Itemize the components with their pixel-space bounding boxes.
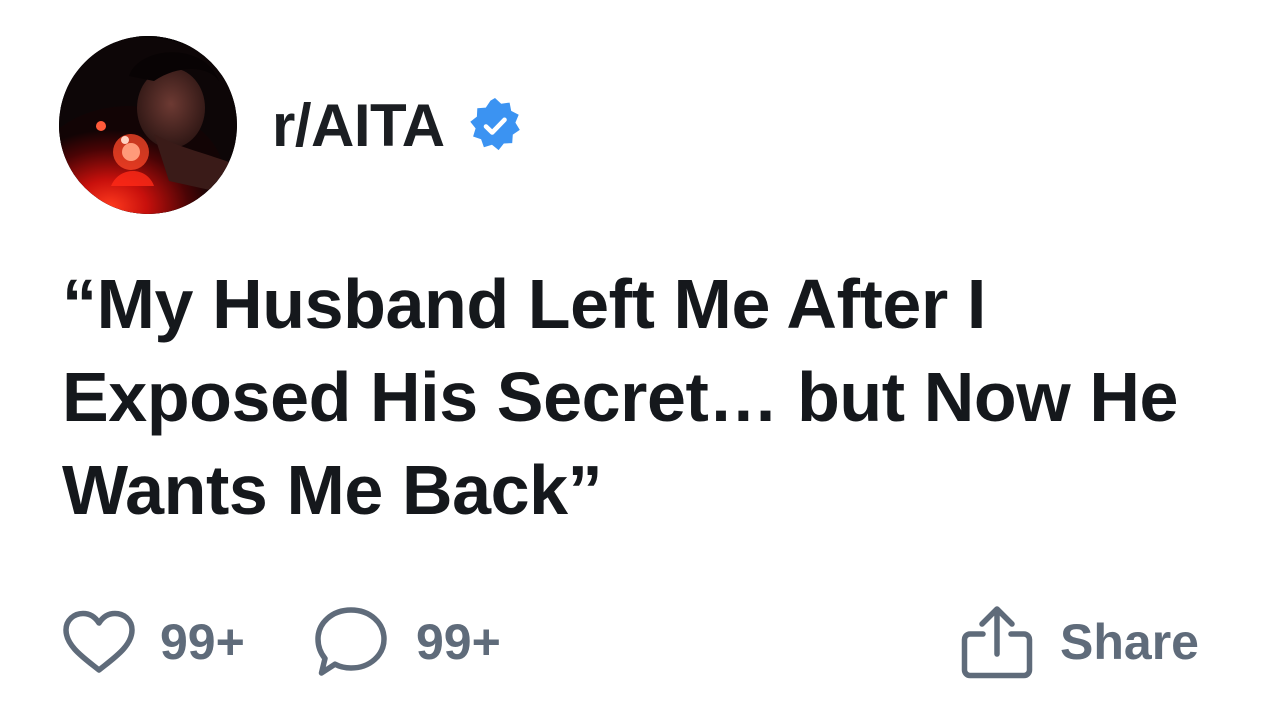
verified-badge-icon (465, 96, 525, 156)
comment-count: 99+ (416, 614, 501, 670)
post-card: r/AITA “My Husband Left Me After I Expos… (0, 0, 1280, 720)
comment-button[interactable]: 99+ (314, 600, 501, 684)
subreddit-avatar[interactable] (59, 36, 237, 214)
share-button[interactable]: Share (960, 600, 1199, 684)
post-title[interactable]: “My Husband Left Me After I Exposed His … (62, 258, 1242, 537)
avatar-image (59, 36, 237, 214)
subreddit-header: r/AITA (272, 90, 525, 162)
like-count: 99+ (160, 614, 245, 670)
heart-icon (63, 610, 135, 673)
subreddit-name[interactable]: r/AITA (272, 96, 445, 156)
comment-bubble-icon (315, 607, 387, 676)
share-label: Share (1060, 614, 1199, 670)
share-icon (961, 606, 1033, 679)
like-button[interactable]: 99+ (62, 600, 245, 684)
post-actions: 99+ 99+ Share (0, 600, 1280, 684)
